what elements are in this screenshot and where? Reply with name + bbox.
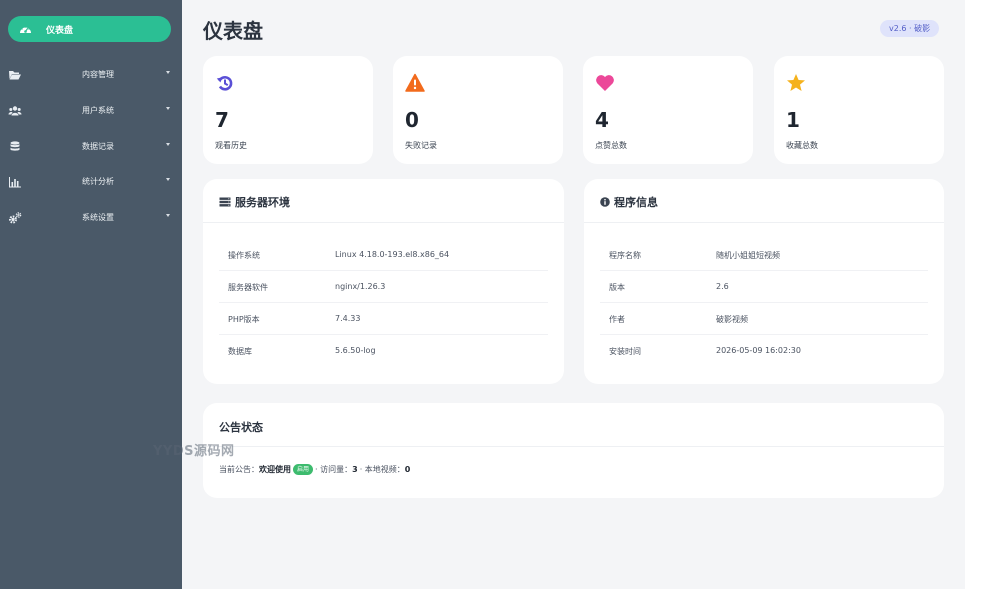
sidebar-item-content[interactable]: 内容管理 xyxy=(0,63,182,87)
sidebar-item-label: 仪表盘 xyxy=(46,25,74,36)
sidebar-item-dashboard[interactable]: 仪表盘 xyxy=(8,16,171,42)
database-icon xyxy=(10,141,20,151)
bar-chart-icon xyxy=(9,177,21,188)
panel-title: 程序信息 xyxy=(614,196,658,209)
stat-label: 失败记录 xyxy=(405,141,437,150)
info-key: 安装时间 xyxy=(609,347,641,356)
watermark-text: YYDS源码网 xyxy=(153,444,235,459)
info-value: 2026-05-09 16:02:30 xyxy=(716,346,801,355)
visits-label: · 访问量： xyxy=(315,465,353,474)
info-row: 版本 2.6 xyxy=(600,271,928,303)
info-row: 程序名称 随机小姐姐短视频 xyxy=(600,239,928,271)
program-info-panel: 程序信息 程序名称 随机小姐姐短视频 版本 2.6 作者 破影视频 安装时间 2… xyxy=(584,179,944,384)
sidebar-item-statistics[interactable]: 统计分析 xyxy=(0,170,182,194)
stat-value: 0 xyxy=(405,108,419,132)
status-badge: 启用 xyxy=(293,464,314,475)
info-row: 安装时间 2026-05-09 16:02:30 xyxy=(600,335,928,367)
stat-label: 观看历史 xyxy=(215,141,247,150)
panel-title: 服务器环境 xyxy=(235,196,290,209)
main-content: 仪表盘 v2.6 · 破影 7 观看历史 0 失败记录 4 点赞总数 1 收藏总… xyxy=(182,0,965,589)
stat-label: 收藏总数 xyxy=(786,141,818,150)
users-icon xyxy=(8,106,22,116)
stat-label: 点赞总数 xyxy=(595,141,627,150)
info-key: 版本 xyxy=(609,283,625,292)
caret-down-icon xyxy=(166,107,170,110)
info-value: 破影视频 xyxy=(716,315,748,324)
page-title: 仪表盘 xyxy=(203,19,263,43)
server-env-panel: 服务器环境 操作系统 Linux 4.18.0-193.el8.x86_64 服… xyxy=(203,179,564,384)
stat-card-likes: 4 点赞总数 xyxy=(583,56,753,164)
info-key: 服务器软件 xyxy=(228,283,268,292)
info-row: 作者 破影视频 xyxy=(600,303,928,335)
sidebar-item-settings[interactable]: 系统设置 xyxy=(0,206,182,230)
info-row: PHP版本 7.4.33 xyxy=(219,303,548,335)
info-value: 随机小姐姐短视频 xyxy=(716,251,780,260)
local-videos-label: · 本地视频： xyxy=(359,465,405,474)
stat-card-history: 7 观看历史 xyxy=(203,56,373,164)
history-icon xyxy=(216,76,233,91)
info-key: 操作系统 xyxy=(228,251,260,260)
stat-card-failures: 0 失败记录 xyxy=(393,56,563,164)
info-value: nginx/1.26.3 xyxy=(335,282,386,291)
star-icon xyxy=(787,74,805,91)
server-icon xyxy=(219,197,231,207)
sidebar-item-label: 内容管理 xyxy=(82,70,114,79)
stat-value: 4 xyxy=(595,108,609,132)
page-edge xyxy=(965,0,987,589)
stat-card-favorites: 1 收藏总数 xyxy=(774,56,944,164)
sidebar: 仪表盘 内容管理 用户系统 数据记录 统计分析 系统设置 xyxy=(0,0,182,589)
info-key: 作者 xyxy=(609,315,625,324)
info-circle-icon xyxy=(600,197,610,207)
sidebar-item-label: 用户系统 xyxy=(82,106,114,115)
info-key: PHP版本 xyxy=(228,315,260,324)
announcement-panel: 公告状态 当前公告： 欢迎使用 启用 · 访问量： 3 · 本地视频： 0 xyxy=(203,403,944,498)
info-value: Linux 4.18.0-193.el8.x86_64 xyxy=(335,250,450,259)
stat-value: 7 xyxy=(215,108,229,132)
sidebar-item-label: 统计分析 xyxy=(82,177,114,186)
warning-triangle-icon xyxy=(405,73,425,92)
info-row: 服务器软件 nginx/1.26.3 xyxy=(219,271,548,303)
version-badge: v2.6 · 破影 xyxy=(880,20,940,37)
visits-count: 3 xyxy=(352,465,358,474)
sidebar-item-label: 系统设置 xyxy=(82,213,114,222)
info-value: 2.6 xyxy=(716,282,729,291)
info-key: 程序名称 xyxy=(609,251,641,260)
heart-icon xyxy=(596,75,614,91)
sidebar-item-label: 数据记录 xyxy=(82,142,114,151)
dashboard-gauge-icon xyxy=(20,25,31,33)
caret-down-icon xyxy=(166,71,170,74)
info-row: 数据库 5.6.50-log xyxy=(219,335,548,367)
panel-header: 服务器环境 xyxy=(203,179,564,223)
announcement-notice: 欢迎使用 xyxy=(259,465,291,474)
stat-value: 1 xyxy=(786,108,800,132)
info-value: 7.4.33 xyxy=(335,314,361,323)
info-key: 数据库 xyxy=(228,347,252,356)
cogs-icon xyxy=(9,212,22,224)
caret-down-icon xyxy=(166,214,170,217)
caret-down-icon xyxy=(166,178,170,181)
info-value: 5.6.50-log xyxy=(335,346,376,355)
sidebar-item-users[interactable]: 用户系统 xyxy=(0,99,182,123)
panel-header: 程序信息 xyxy=(584,179,944,223)
local-videos-count: 0 xyxy=(404,465,411,474)
panel-header: 公告状态 xyxy=(203,403,944,447)
folder-open-icon xyxy=(9,71,21,80)
panel-title: 公告状态 xyxy=(219,421,263,434)
announcement-prefix: 当前公告： xyxy=(219,465,259,474)
sidebar-item-data-records[interactable]: 数据记录 xyxy=(0,135,182,159)
announcement-status-line: 当前公告： 欢迎使用 启用 · 访问量： 3 · 本地视频： 0 xyxy=(219,464,410,475)
info-row: 操作系统 Linux 4.18.0-193.el8.x86_64 xyxy=(219,239,548,271)
caret-down-icon xyxy=(166,143,170,146)
